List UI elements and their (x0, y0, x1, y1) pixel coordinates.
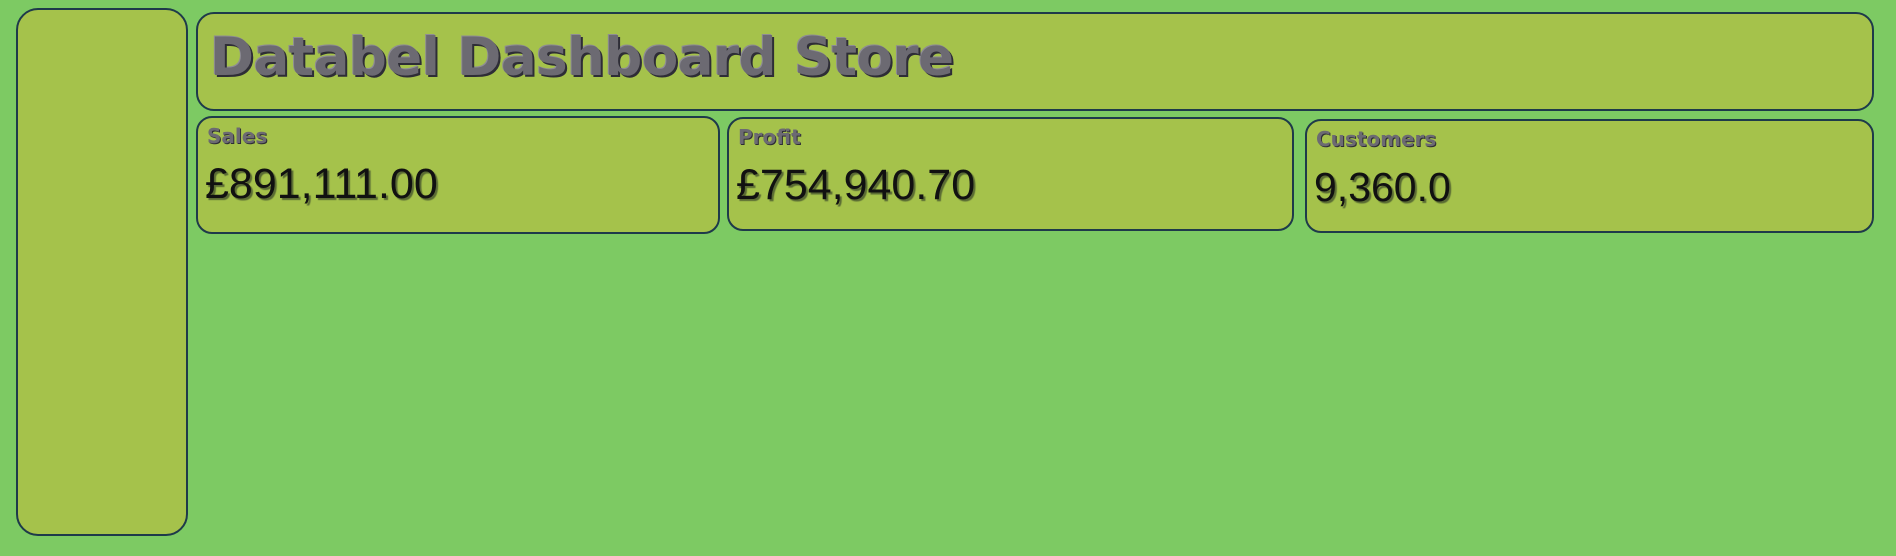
kpi-card-customers[interactable]: Customers 9,360.0 (1305, 119, 1874, 233)
kpi-label-sales: Sales (207, 124, 268, 148)
kpi-label-profit: Profit (738, 125, 801, 149)
kpi-value-customers: 9,360.0 (1314, 164, 1451, 210)
kpi-value-sales: £891,111.00 (205, 160, 438, 208)
kpi-card-profit[interactable]: Profit £754,940.70 (727, 117, 1294, 231)
header-panel: Databel Dashboard Store (196, 12, 1874, 111)
kpi-value-profit: £754,940.70 (736, 161, 976, 209)
sidebar-panel (16, 8, 188, 536)
kpi-label-customers: Customers (1316, 127, 1437, 151)
dashboard-title: Databel Dashboard Store (210, 27, 954, 88)
kpi-card-sales[interactable]: Sales £891,111.00 (196, 116, 720, 234)
